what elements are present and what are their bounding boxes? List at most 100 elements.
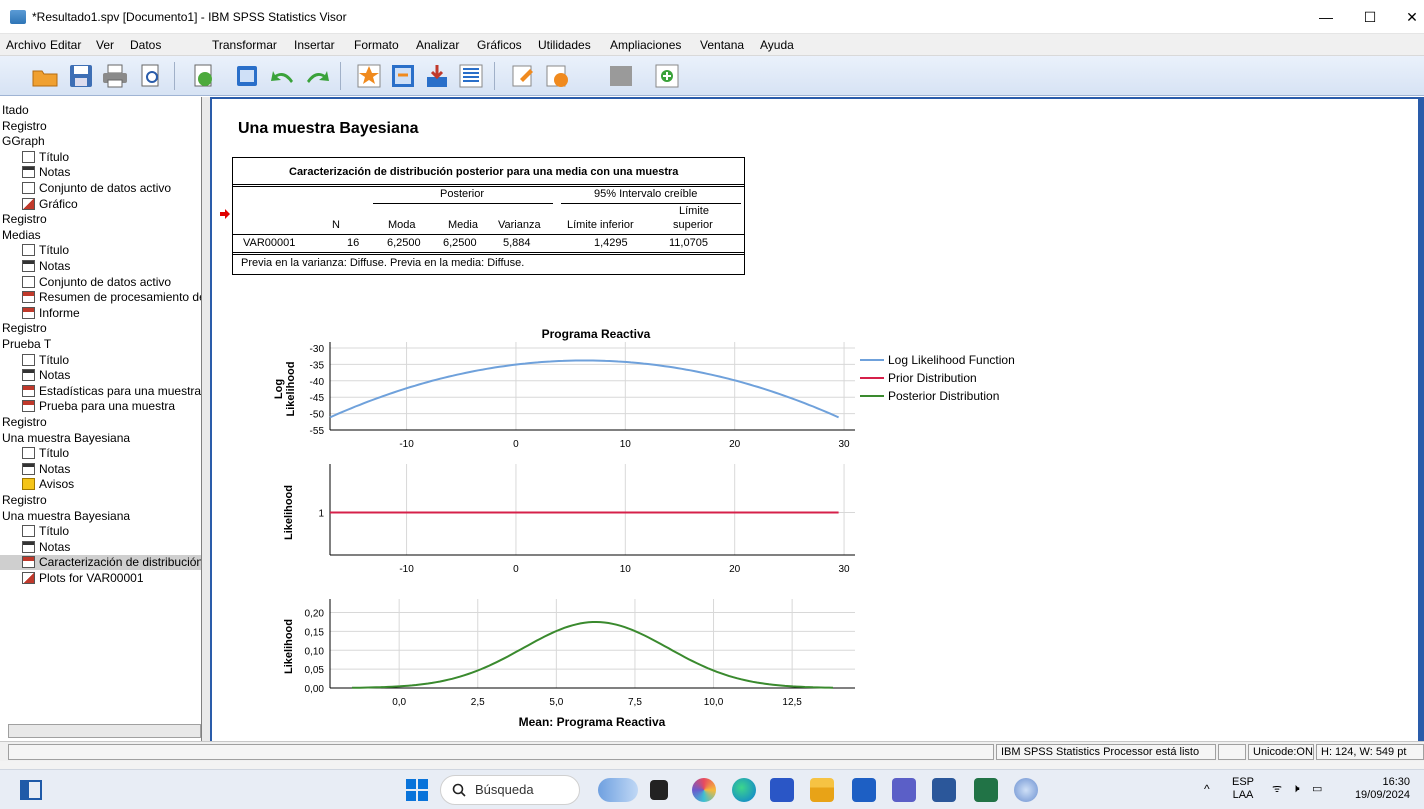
- menu-analizar[interactable]: Analizar: [416, 38, 459, 52]
- menu-insertar[interactable]: Insertar: [294, 38, 335, 52]
- y-tick-label: -45: [310, 393, 325, 404]
- navigator-item[interactable]: Registro: [0, 212, 47, 227]
- undo-icon[interactable]: [268, 61, 298, 91]
- navigator-item[interactable]: Informe: [0, 306, 80, 321]
- insert-output-icon[interactable]: [652, 61, 682, 91]
- navigator-item[interactable]: Conjunto de datos activo: [0, 181, 171, 196]
- navigator-item[interactable]: Resumen de procesamiento de: [0, 290, 201, 305]
- designate-window-icon[interactable]: [508, 61, 538, 91]
- table-icon: [22, 400, 35, 413]
- pane-splitter[interactable]: [202, 97, 210, 741]
- navigator-item[interactable]: Gráfico: [0, 197, 78, 212]
- clock-date: 19/09/2024: [1354, 789, 1410, 801]
- language-indicator[interactable]: ESP LAA: [1228, 776, 1258, 802]
- volume-icon[interactable]: 🕨: [1292, 782, 1300, 795]
- cell-varianza: 5,884: [503, 237, 531, 249]
- title-icon: [22, 447, 35, 460]
- navigator-item-label: Una muestra Bayesiana: [2, 430, 131, 445]
- navigator-item[interactable]: GGraph: [0, 134, 45, 149]
- minimize-button[interactable]: —: [1306, 6, 1346, 28]
- y-tick-label: -55: [310, 426, 325, 437]
- navigator-item[interactable]: Título: [0, 243, 69, 258]
- teams-icon[interactable]: [892, 778, 916, 802]
- navigator-item[interactable]: Título: [0, 150, 69, 165]
- battery-icon[interactable]: ▭: [1312, 783, 1322, 796]
- navigator-item[interactable]: Notas: [0, 368, 70, 383]
- navigator-item[interactable]: Prueba T: [0, 337, 51, 352]
- app-launcher-icon[interactable]: [770, 778, 794, 802]
- navigator-item[interactable]: Caracterización de distribución: [0, 555, 201, 571]
- navigator-item[interactable]: Itado: [0, 103, 29, 118]
- edge-browser-icon[interactable]: [732, 778, 756, 802]
- navigator-scrollbar[interactable]: [8, 724, 201, 738]
- menu-graficos[interactable]: Gráficos: [477, 38, 522, 52]
- navigator-item[interactable]: Estadísticas para una muestra: [0, 384, 201, 399]
- spss-app-icon: [10, 10, 26, 24]
- recall-dialog-icon[interactable]: [232, 61, 262, 91]
- navigator-item[interactable]: Título: [0, 353, 69, 368]
- maximize-button[interactable]: ☐: [1350, 6, 1390, 28]
- navigator-item[interactable]: Título: [0, 446, 69, 461]
- menu-ventana[interactable]: Ventana: [700, 38, 744, 52]
- hide-output-icon[interactable]: [606, 61, 636, 91]
- store-icon[interactable]: [852, 778, 876, 802]
- navigator-item[interactable]: Avisos: [0, 477, 74, 492]
- insert-variable-icon[interactable]: [422, 61, 452, 91]
- background-window-strip: [0, 761, 1424, 769]
- redo-icon[interactable]: [302, 61, 332, 91]
- show-output-icon[interactable]: [542, 61, 572, 91]
- navigator-item[interactable]: Medias: [0, 228, 41, 243]
- export-icon[interactable]: [188, 61, 218, 91]
- spss-taskbar-icon[interactable]: [1014, 778, 1038, 802]
- navigator-item[interactable]: Registro: [0, 119, 47, 134]
- navigator-item[interactable]: Notas: [0, 165, 70, 180]
- menu-ampliaciones[interactable]: Ampliaciones: [610, 38, 681, 52]
- print-icon[interactable]: [100, 61, 130, 91]
- menu-formato[interactable]: Formato: [354, 38, 399, 52]
- navigator-item[interactable]: Título: [0, 524, 69, 539]
- navigator-item[interactable]: Conjunto de datos activo: [0, 275, 171, 290]
- menu-archivo[interactable]: Archivo: [6, 38, 46, 52]
- menu-ver[interactable]: Ver: [96, 38, 114, 52]
- variables-icon[interactable]: [456, 61, 486, 91]
- close-button[interactable]: ✕: [1392, 6, 1424, 28]
- clock[interactable]: 16:30 19/09/2024: [1338, 776, 1410, 802]
- navigator-item[interactable]: Una muestra Bayesiana: [0, 509, 130, 524]
- word-icon[interactable]: [932, 778, 956, 802]
- save-icon[interactable]: [66, 61, 96, 91]
- widgets-icon[interactable]: [598, 778, 638, 802]
- task-view-icon[interactable]: [20, 780, 42, 800]
- navigator-item[interactable]: Notas: [0, 540, 70, 555]
- plots-for-var00001[interactable]: -10 0 10 20 30-30-35-40-45-50-55Log Likelihoo…: [230, 320, 1050, 735]
- output-heading: Una muestra Bayesiana: [238, 120, 419, 137]
- navigator-item[interactable]: Registro: [0, 493, 47, 508]
- goto-case-icon[interactable]: [388, 61, 418, 91]
- menu-editar[interactable]: Editar: [50, 38, 81, 52]
- navigator-item[interactable]: Prueba para una muestra: [0, 399, 175, 414]
- excel-icon[interactable]: [974, 778, 998, 802]
- posterior-table[interactable]: Caracterización de distribución posterio…: [232, 157, 745, 275]
- open-folder-icon[interactable]: [30, 61, 60, 91]
- y-axis-label: Log: [273, 379, 285, 399]
- navigator-item[interactable]: Registro: [0, 321, 47, 336]
- x-tick-label: 0: [513, 564, 519, 575]
- content-scrollbar[interactable]: [1418, 97, 1424, 741]
- copilot-icon[interactable]: [692, 778, 716, 802]
- navigator-item[interactable]: Registro: [0, 415, 47, 430]
- menu-transformar[interactable]: Transformar: [212, 38, 277, 52]
- terminal-app-icon[interactable]: [650, 780, 668, 800]
- menu-datos[interactable]: Datos: [130, 38, 161, 52]
- print-preview-icon[interactable]: [136, 61, 166, 91]
- navigator-item[interactable]: Notas: [0, 259, 70, 274]
- file-explorer-icon[interactable]: [810, 778, 834, 802]
- navigator-item[interactable]: Plots for VAR00001: [0, 571, 144, 586]
- goto-data-icon[interactable]: [354, 61, 384, 91]
- tray-expand-icon[interactable]: ^: [1204, 783, 1210, 796]
- menu-utilidades[interactable]: Utilidades: [538, 38, 591, 52]
- menu-ayuda[interactable]: Ayuda: [760, 38, 794, 52]
- wifi-icon[interactable]: ᯤ: [1272, 783, 1282, 796]
- navigator-item[interactable]: Notas: [0, 462, 70, 477]
- cell-media: 6,2500: [443, 237, 477, 249]
- navigator-item[interactable]: Una muestra Bayesiana: [0, 431, 130, 446]
- windows-start-icon[interactable]: [406, 779, 428, 801]
